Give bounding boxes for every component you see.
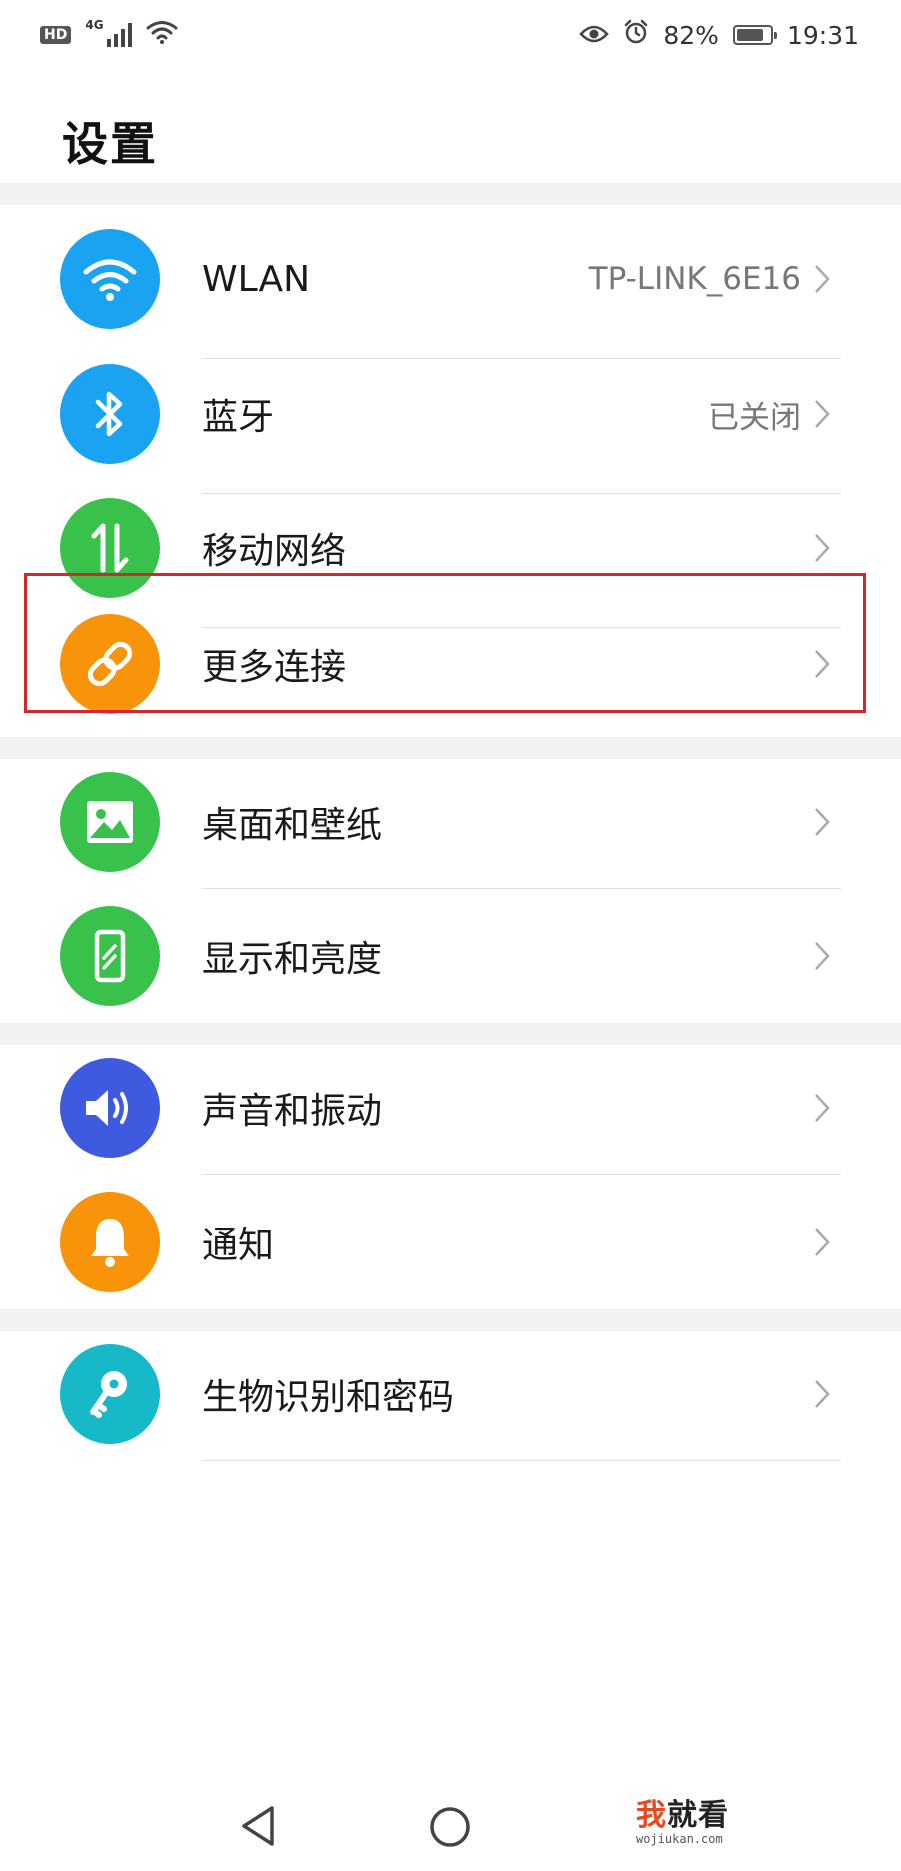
chevron-right-icon xyxy=(809,1374,835,1414)
battery-icon xyxy=(732,25,777,45)
navigation-bar xyxy=(0,1760,901,1871)
watermark-accent: 我 xyxy=(636,1798,667,1833)
image-icon xyxy=(60,772,160,872)
settings-item-biometrics-password[interactable]: 生物识别和密码 xyxy=(0,1327,901,1461)
key-icon xyxy=(60,1344,160,1444)
settings-item-home-wallpaper[interactable]: 桌面和壁纸 xyxy=(0,755,901,889)
chevron-right-icon xyxy=(809,1088,835,1128)
chevron-right-icon xyxy=(809,394,835,434)
settings-item-notifications[interactable]: 通知 xyxy=(0,1175,901,1309)
settings-item-label: 蓝牙 xyxy=(202,397,275,438)
settings-item-label: 通知 xyxy=(202,1225,275,1266)
settings-item-display-brightness[interactable]: 显示和亮度 xyxy=(0,889,901,1023)
bluetooth-icon xyxy=(60,364,160,464)
settings-item-value: 已关闭 xyxy=(708,399,801,436)
divider xyxy=(202,1460,841,1461)
hd-badge: HD xyxy=(40,26,72,44)
settings-item-sound-vibration[interactable]: 声音和振动 xyxy=(0,1041,901,1175)
settings-item-value: TP-LINK_6E16 xyxy=(588,261,801,297)
status-bar: HD 4G 82% 19:31 xyxy=(0,0,901,70)
settings-item-label: 生物识别和密码 xyxy=(202,1377,455,1418)
settings-item-label: WLAN xyxy=(202,258,311,300)
settings-item-label: 显示和亮度 xyxy=(202,939,383,980)
page-title: 设置 xyxy=(62,117,158,171)
speaker-icon xyxy=(60,1058,160,1158)
chevron-right-icon xyxy=(809,936,835,976)
chevron-right-icon xyxy=(809,802,835,842)
alarm-icon xyxy=(623,19,649,51)
watermark-url: wojiukan.com xyxy=(636,1832,723,1846)
back-button[interactable] xyxy=(238,1804,278,1848)
highlight-box xyxy=(24,573,866,713)
network-type: 4G xyxy=(85,18,104,32)
battery-percent: 82% xyxy=(663,20,719,50)
status-bar-right: 82% 19:31 xyxy=(579,19,859,51)
watermark-logo: 我就看 wojiukan.com xyxy=(636,1790,729,1846)
chevron-right-icon xyxy=(809,259,835,299)
phone-display-icon xyxy=(60,906,160,1006)
settings-item-label: 声音和振动 xyxy=(202,1091,383,1132)
wifi-status-icon xyxy=(146,20,178,50)
chevron-right-icon xyxy=(809,1222,835,1262)
status-bar-left: HD 4G xyxy=(40,19,178,50)
cellular-signal-icon: 4G xyxy=(85,19,132,47)
watermark-main: 就看 xyxy=(667,1798,729,1833)
chevron-right-icon xyxy=(809,528,835,568)
eye-comfort-icon xyxy=(579,21,610,50)
settings-item-label: 桌面和壁纸 xyxy=(202,805,383,846)
bell-icon xyxy=(60,1192,160,1292)
settings-item-label: 移动网络 xyxy=(202,531,347,572)
wifi-icon xyxy=(60,229,160,329)
clock: 19:31 xyxy=(786,20,859,50)
home-button[interactable] xyxy=(428,1805,472,1849)
